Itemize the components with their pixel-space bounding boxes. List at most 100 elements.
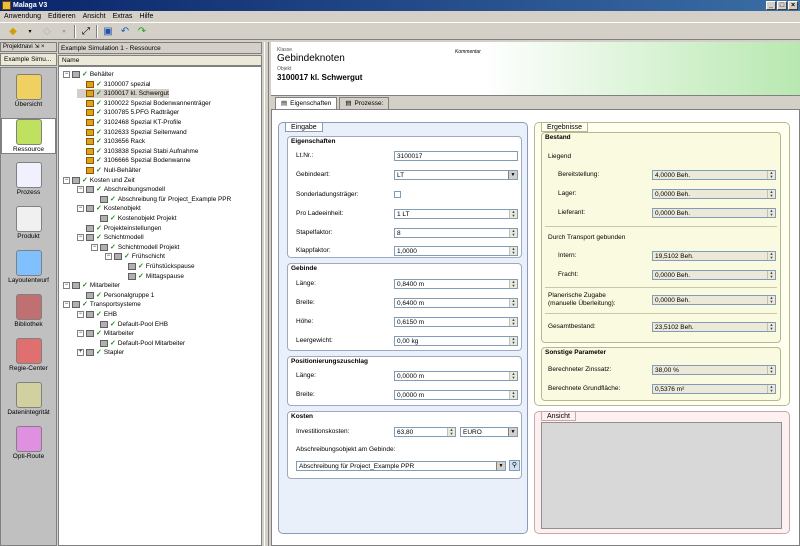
tree-node[interactable]: ✓ 3103838 Spezial Stabi Aufnahme	[77, 147, 198, 156]
tree-node[interactable]: ✓ 3102633 Spezial Seitenwand	[77, 128, 187, 137]
collapse-icon[interactable]: −	[77, 330, 84, 338]
stapelfaktor-field[interactable]: 8 ▲ ▼	[394, 228, 518, 238]
open-icon[interactable]: ◆	[6, 24, 20, 38]
proladeeinheit-field[interactable]: 1 LT ▲ ▼	[394, 209, 518, 219]
hoehe-field[interactable]: 0,6150 m ▲ ▼	[394, 317, 518, 327]
nav-item-regie-center[interactable]: Regie-Center	[1, 338, 56, 372]
redo-icon[interactable]: ↷	[135, 24, 149, 38]
spinner-icon[interactable]: ▲ ▼	[509, 318, 517, 326]
tree-node[interactable]: − ✓ Kostenobjekt	[77, 204, 141, 213]
leergewicht-field[interactable]: 0,00 kg ▲ ▼	[394, 336, 518, 346]
tree-node[interactable]: − ✓ EHB	[77, 310, 117, 319]
menu-anwendung[interactable]: Anwendung	[4, 11, 41, 22]
tree-node[interactable]: − ✓ Kosten und Zeit	[63, 176, 135, 185]
expand-icon[interactable]: +	[77, 349, 84, 357]
tree-node[interactable]: ✓ Frühstückspause	[119, 262, 195, 271]
spinner-icon[interactable]: ▲ ▼	[509, 391, 517, 399]
collapse-icon[interactable]: −	[77, 311, 84, 318]
collapse-icon[interactable]: −	[63, 176, 70, 184]
close-button[interactable]: ×	[788, 1, 798, 10]
undo-icon[interactable]: ↶	[118, 24, 132, 38]
tree-node[interactable]: ✓ Default-Pool EHB	[91, 320, 168, 329]
chevron-down-icon[interactable]: ▼	[496, 462, 505, 470]
klappfaktor-field[interactable]: 1,0000 ▲ ▼	[394, 246, 518, 256]
pin-icon[interactable]: ⇲ ×	[34, 44, 44, 50]
tab-eigenschaften[interactable]: ▤ Eigenschaften	[275, 97, 338, 109]
spinner-icon[interactable]: ▲ ▼	[447, 428, 455, 436]
dropdown-arrow-icon[interactable]: ▾	[23, 24, 37, 38]
menu-editieren[interactable]: Editieren	[48, 11, 76, 22]
collapse-icon[interactable]: −	[63, 282, 70, 290]
pos-laenge-field[interactable]: 0,0000 m ▲ ▼	[394, 371, 518, 381]
comment-label[interactable]: Kommentar	[455, 49, 481, 55]
tree-node[interactable]: ✓ 3100017 kl. Schwergut	[77, 89, 169, 99]
collapse-icon[interactable]: −	[77, 186, 84, 194]
gebindeart-select[interactable]: LT ▼	[394, 170, 518, 180]
abschr-select[interactable]: Abschreibung für Project_Example PPR ▼	[296, 461, 506, 471]
tree-node[interactable]: ✓ Kostenobjekt Projekt	[91, 214, 177, 223]
back-icon[interactable]: ◇	[40, 24, 54, 38]
spinner-icon[interactable]: ▲ ▼	[509, 372, 517, 380]
spinner-icon[interactable]: ▲ ▼	[509, 280, 517, 288]
nav-item-layout[interactable]: Layoutentwurf	[1, 250, 56, 284]
project-tab[interactable]: Example Simu...	[0, 53, 57, 66]
tree-node[interactable]: ✓ 3106666 Spezial Bodenwanne	[77, 156, 191, 165]
spinner-icon[interactable]: ▲ ▼	[509, 337, 517, 345]
collapse-icon[interactable]: −	[63, 301, 70, 309]
spinner-icon[interactable]: ▲ ▼	[509, 210, 517, 218]
tree-node[interactable]: − ✓ Mitarbeiter	[63, 281, 120, 290]
breite-field[interactable]: 0,6400 m ▲ ▼	[394, 298, 518, 308]
tree-node[interactable]: ✓ Abschreibung für Project_Example PPR	[91, 195, 231, 204]
ltnr-field[interactable]: 3100017	[394, 151, 518, 161]
nav-item-data-quality[interactable]: Datenintegrität	[1, 382, 56, 416]
invest-field[interactable]: 63,80 ▲ ▼	[394, 427, 456, 437]
tree-node[interactable]: ✓ 3103656 Rack	[77, 137, 145, 146]
minimize-button[interactable]: _	[766, 1, 776, 10]
maximize-button[interactable]: □	[777, 1, 787, 10]
tree-node[interactable]: − ✓ Schichtmodell	[77, 233, 144, 242]
chevron-down-icon[interactable]: ▼	[508, 428, 517, 436]
tree-node[interactable]: ✓ Null-Behälter	[77, 166, 141, 175]
nav-item-process[interactable]: Prozess	[1, 162, 56, 196]
sonder-checkbox[interactable]	[394, 191, 401, 198]
tree-node[interactable]: ✓ 3102468 Spezial KT-Profile	[77, 118, 181, 127]
splitter[interactable]	[264, 42, 269, 546]
menu-ansicht[interactable]: Ansicht	[83, 11, 106, 22]
tree-node[interactable]: ✓ 3100785 5.PFG Radträger	[77, 108, 179, 117]
nav-item-overview[interactable]: Übersicht	[1, 74, 56, 108]
nav-item-resource[interactable]: Ressource	[1, 118, 56, 154]
collapse-icon[interactable]: −	[63, 71, 70, 78]
collapse-icon[interactable]: −	[105, 253, 112, 261]
currency-select[interactable]: EURO ▼	[460, 427, 518, 437]
pos-breite-field[interactable]: 0,0000 m ▲ ▼	[394, 390, 518, 400]
tree-node[interactable]: − ✓ Behälter	[63, 70, 114, 79]
collapse-icon[interactable]: −	[77, 234, 84, 242]
search-icon[interactable]: ⚲	[509, 460, 520, 471]
menu-hilfe[interactable]: Hilfe	[139, 11, 153, 22]
tree-column-name[interactable]: Name	[58, 55, 262, 66]
tree-node[interactable]: ✓ Mittagspause	[119, 272, 184, 281]
dropdown-arrow-icon[interactable]: ▾	[57, 24, 71, 38]
spinner-icon[interactable]: ▲ ▼	[509, 247, 517, 255]
tree-node[interactable]: ✓ Personalgruppe 1	[77, 291, 154, 300]
laenge-field[interactable]: 0,8400 m ▲ ▼	[394, 279, 518, 289]
tree-node[interactable]: ✓ 3100007 spezial	[77, 80, 150, 89]
tree-node[interactable]: − ✓ Transportsysteme	[63, 300, 141, 309]
spinner-icon[interactable]: ▲ ▼	[509, 229, 517, 237]
tree-node[interactable]: − ✓ Schichtmodell Projekt	[91, 243, 179, 252]
save-icon[interactable]: ▣	[101, 24, 115, 38]
nav-item-product[interactable]: Produkt	[1, 206, 56, 240]
nav-item-opti-route[interactable]: Opti-Route	[1, 426, 56, 460]
collapse-icon[interactable]: −	[77, 205, 84, 213]
menu-extras[interactable]: Extras	[113, 11, 133, 22]
tree-node[interactable]: − ✓ Mitarbeiter	[77, 329, 134, 338]
expand-icon[interactable]: ⤢	[79, 24, 93, 38]
tree-node[interactable]: − ✓ Abschreibungsmodell	[77, 185, 165, 194]
nav-item-library[interactable]: Bibliothek	[1, 294, 56, 328]
tree-node[interactable]: − ✓ Frühschicht	[105, 252, 165, 261]
tab-prozesse[interactable]: ▤ Prozesse:	[339, 97, 390, 109]
chevron-down-icon[interactable]: ▼	[508, 171, 517, 179]
collapse-icon[interactable]: −	[91, 243, 98, 251]
spinner-icon[interactable]: ▲ ▼	[509, 299, 517, 307]
tree-node[interactable]: ✓ Default-Pool Mitarbeiter	[91, 339, 185, 348]
